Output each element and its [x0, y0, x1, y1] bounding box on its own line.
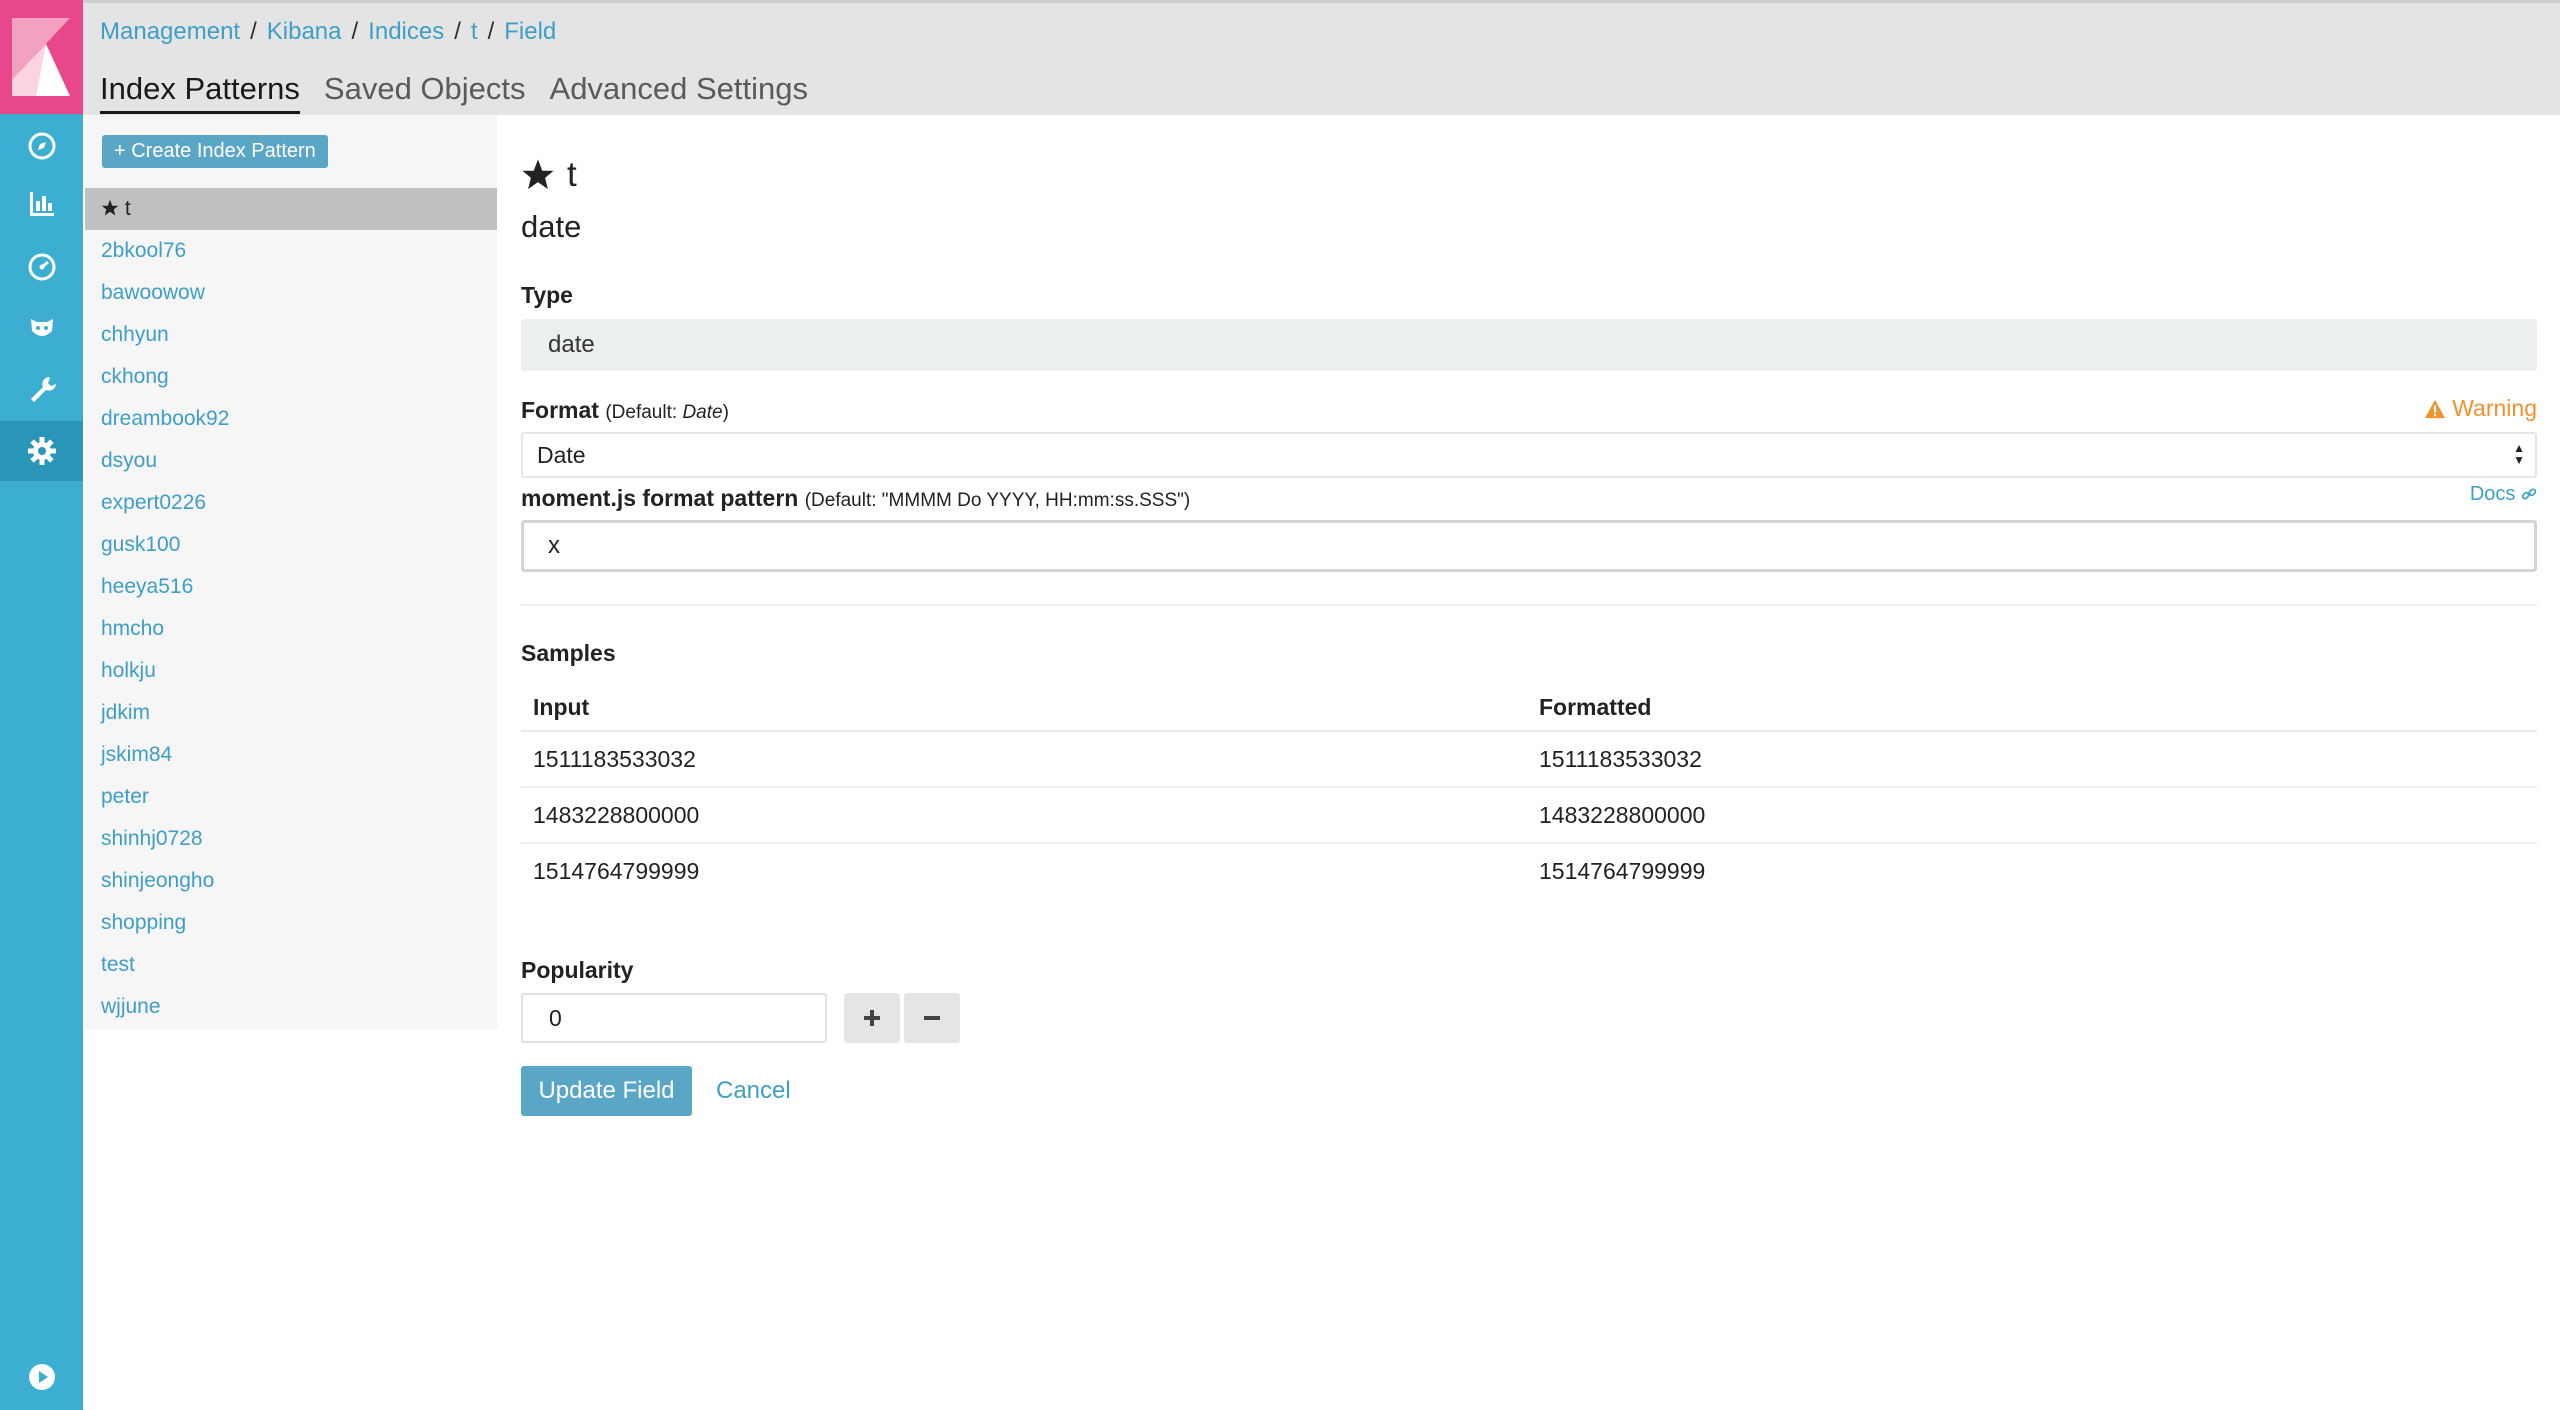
format-label: Format (Default: Date) — [521, 397, 729, 424]
plus-icon — [864, 1010, 880, 1026]
type-value: date — [521, 319, 2537, 371]
index-pattern-sidebar: + Create Index Pattern t 2bkool76 bawoow… — [85, 115, 497, 1029]
column-header-input: Input — [521, 685, 1527, 732]
section-divider — [521, 604, 2537, 606]
link-icon — [2521, 488, 2537, 500]
timelion-icon[interactable] — [0, 299, 83, 357]
index-pattern-item[interactable]: chhyun — [85, 314, 497, 356]
index-name: t — [567, 155, 577, 194]
pattern-input[interactable]: x — [521, 520, 2537, 572]
cancel-link[interactable]: Cancel — [716, 1066, 791, 1116]
index-pattern-item[interactable]: test — [85, 944, 497, 986]
index-pattern-item[interactable]: peter — [85, 776, 497, 818]
index-pattern-item[interactable]: dsyou — [85, 440, 497, 482]
index-pattern-label: t — [124, 197, 131, 220]
breadcrumb-index[interactable]: t — [471, 18, 478, 45]
popularity-label: Popularity — [521, 957, 634, 983]
format-default-suffix: ) — [722, 402, 729, 423]
star-icon — [522, 159, 554, 190]
breadcrumb-field[interactable]: Field — [504, 18, 556, 45]
index-pattern-item[interactable]: holkju — [85, 650, 497, 692]
samples-table: Input Formatted 1511183533032 1511183533… — [521, 685, 2537, 899]
sample-formatted: 1483228800000 — [1527, 787, 2537, 844]
index-pattern-item[interactable]: wjjune — [85, 986, 497, 1028]
format-warning: Warning — [2424, 395, 2537, 422]
sample-formatted: 1514764799999 — [1539, 858, 1706, 884]
index-pattern-item[interactable]: shinjeongho — [85, 860, 497, 902]
docs-link[interactable]: Docs — [2470, 483, 2537, 506]
type-label: Type — [521, 282, 573, 308]
create-index-pattern-button[interactable]: + Create Index Pattern — [102, 135, 328, 168]
format-select[interactable]: Date ▲ ▼ — [521, 432, 2537, 478]
dashboard-icon[interactable] — [0, 238, 83, 296]
warning-text: Warning — [2452, 395, 2537, 421]
warning-icon — [2425, 399, 2446, 418]
sample-input: 1483228800000 — [521, 787, 1527, 844]
select-arrows-icon: ▲ ▼ — [2513, 441, 2525, 467]
index-pattern-item[interactable]: hmcho — [85, 608, 497, 650]
index-pattern-item[interactable]: dreambook92 — [85, 398, 497, 440]
sample-formatted: 1511183533032 — [1527, 731, 2537, 788]
format-default-prefix: (Default: — [605, 402, 683, 423]
update-field-button[interactable]: Update Field — [521, 1066, 692, 1116]
index-pattern-item-t[interactable]: t — [85, 188, 497, 230]
increment-button[interactable] — [844, 993, 900, 1043]
visualize-icon[interactable] — [0, 175, 83, 233]
index-pattern-item[interactable]: bawoowow — [85, 272, 497, 314]
field-name: date — [521, 209, 582, 244]
index-pattern-item[interactable]: shinhj0728 — [85, 818, 497, 860]
popularity-input[interactable]: 0 — [521, 993, 827, 1043]
column-header-formatted: Formatted — [1527, 685, 2537, 732]
samples-label: Samples — [521, 640, 616, 666]
index-pattern-item[interactable]: jskim84 — [85, 734, 497, 776]
pattern-default: (Default: "MMMM Do YYYY, HH:mm:ss.SSS") — [804, 490, 1191, 511]
global-nav — [0, 0, 83, 1410]
index-pattern-item[interactable]: expert0226 — [85, 482, 497, 524]
index-pattern-item[interactable]: heeya516 — [85, 566, 497, 608]
table-row: 1483228800000 1483228800000 — [521, 787, 2537, 844]
tab-advanced-settings[interactable]: Advanced Settings — [550, 71, 809, 114]
discover-icon[interactable] — [0, 117, 83, 175]
minus-icon — [924, 1016, 940, 1020]
sample-input: 1514764799999 — [533, 858, 700, 884]
breadcrumb-management[interactable]: Management — [100, 18, 240, 45]
table-row: 1511183533032 1511183533032 — [521, 731, 2537, 788]
page-header: Management / Kibana / Indices / t / Field Index … — [83, 0, 2560, 115]
index-pattern-item[interactable]: 2bkool76 — [85, 230, 497, 272]
tab-saved-objects[interactable]: Saved Objects — [324, 71, 526, 114]
tab-index-patterns[interactable]: Index Patterns — [100, 71, 300, 114]
index-title: t — [521, 155, 577, 195]
pattern-label: moment.js format pattern (Default: "MMMM… — [521, 485, 1190, 512]
index-pattern-list: t 2bkool76 bawoowow chhyun ckhong dreamb… — [85, 188, 497, 1028]
index-pattern-item[interactable]: shopping — [85, 902, 497, 944]
sample-input: 1511183533032 — [521, 731, 1527, 788]
format-default-value: Date — [682, 402, 723, 423]
format-select-value: Date — [537, 442, 586, 468]
management-tabs: Index Patterns Saved Objects Advanced Se… — [100, 71, 808, 114]
devtools-icon[interactable] — [0, 360, 83, 418]
format-label-text: Format — [521, 397, 599, 423]
decrement-button[interactable] — [904, 993, 960, 1043]
index-pattern-item[interactable]: gusk100 — [85, 524, 497, 566]
docs-link-text: Docs — [2469, 483, 2516, 505]
kibana-logo[interactable] — [0, 0, 83, 114]
table-row: 1514764799999 1514764799999 — [521, 843, 2537, 899]
format-default: (Default: Date) — [605, 402, 729, 423]
management-icon[interactable] — [0, 421, 83, 481]
kibana-logo-icon — [12, 18, 70, 96]
star-icon — [101, 199, 119, 216]
breadcrumb: Management / Kibana / Indices / t / Field — [100, 18, 557, 45]
index-pattern-item[interactable]: jdkim — [85, 692, 497, 734]
collapse-icon[interactable] — [0, 1348, 83, 1406]
breadcrumb-indices[interactable]: Indices — [368, 18, 444, 45]
breadcrumb-kibana[interactable]: Kibana — [267, 18, 342, 45]
pattern-label-text: moment.js format pattern — [521, 485, 799, 511]
index-pattern-item[interactable]: ckhong — [85, 356, 497, 398]
